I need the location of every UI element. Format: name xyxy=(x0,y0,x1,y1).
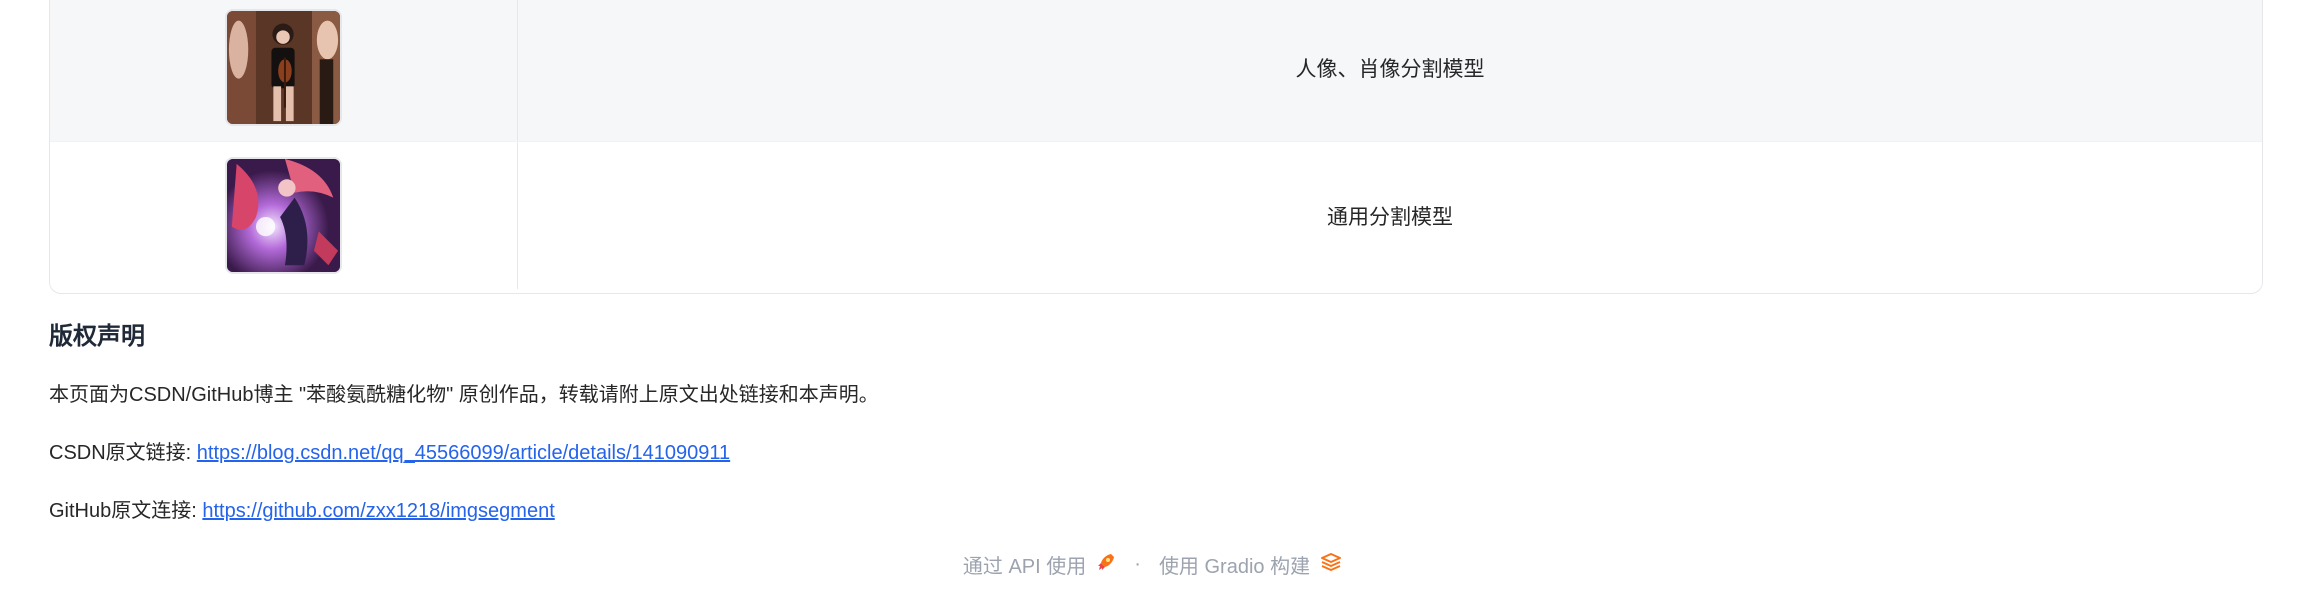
rocket-icon xyxy=(1096,552,1116,578)
built-with-gradio-link[interactable]: 使用 Gradio 构建 xyxy=(1159,550,1342,579)
example-label: 通用分割模型 xyxy=(1327,205,1453,229)
built-with-gradio-label: 使用 Gradio 构建 xyxy=(1158,556,1311,578)
example-image-cell xyxy=(50,0,518,141)
copyright-statement: 本页面为CSDN/GitHub博主 "苯酸氨酰糖化物" 原创作品，转载请附上原文… xyxy=(49,384,879,406)
footer: 通过 API 使用 · 使用 Gradio 构建 xyxy=(0,550,2305,579)
page: 人像、肖像分割模型 通用分割模型 版权声明 本页面为CSDN/GitHub博主 … xyxy=(0,0,2305,601)
anime-thumbnail-image xyxy=(227,159,340,272)
examples-table: 人像、肖像分割模型 通用分割模型 xyxy=(49,0,2263,294)
example-row[interactable]: 人像、肖像分割模型 xyxy=(50,0,2262,141)
csdn-link[interactable]: https://blog.csdn.net/qq_45566099/articl… xyxy=(197,442,730,464)
footer-separator: · xyxy=(1134,553,1141,575)
gradio-logo-icon xyxy=(1320,552,1342,578)
github-link-label: GitHub原文连接: xyxy=(49,500,203,522)
github-link[interactable]: https://github.com/zxx1218/imgsegment xyxy=(202,500,554,522)
csdn-link-label: CSDN原文链接: xyxy=(49,442,197,464)
portrait-thumbnail-image xyxy=(227,11,340,124)
use-via-api-link[interactable]: 通过 API 使用 xyxy=(963,550,1116,579)
csdn-link-paragraph: CSDN原文链接: https://blog.csdn.net/qq_45566… xyxy=(49,436,730,465)
copyright-heading: 版权声明 xyxy=(49,323,145,350)
example-image-cell xyxy=(50,142,518,289)
github-link-paragraph: GitHub原文连接: https://github.com/zxx1218/i… xyxy=(49,494,555,523)
example-row[interactable]: 通用分割模型 xyxy=(50,141,2262,289)
example-thumbnail[interactable] xyxy=(225,9,342,126)
use-via-api-label: 通过 API 使用 xyxy=(962,556,1087,578)
example-label: 人像、肖像分割模型 xyxy=(1295,57,1485,81)
example-thumbnail[interactable] xyxy=(225,157,342,274)
